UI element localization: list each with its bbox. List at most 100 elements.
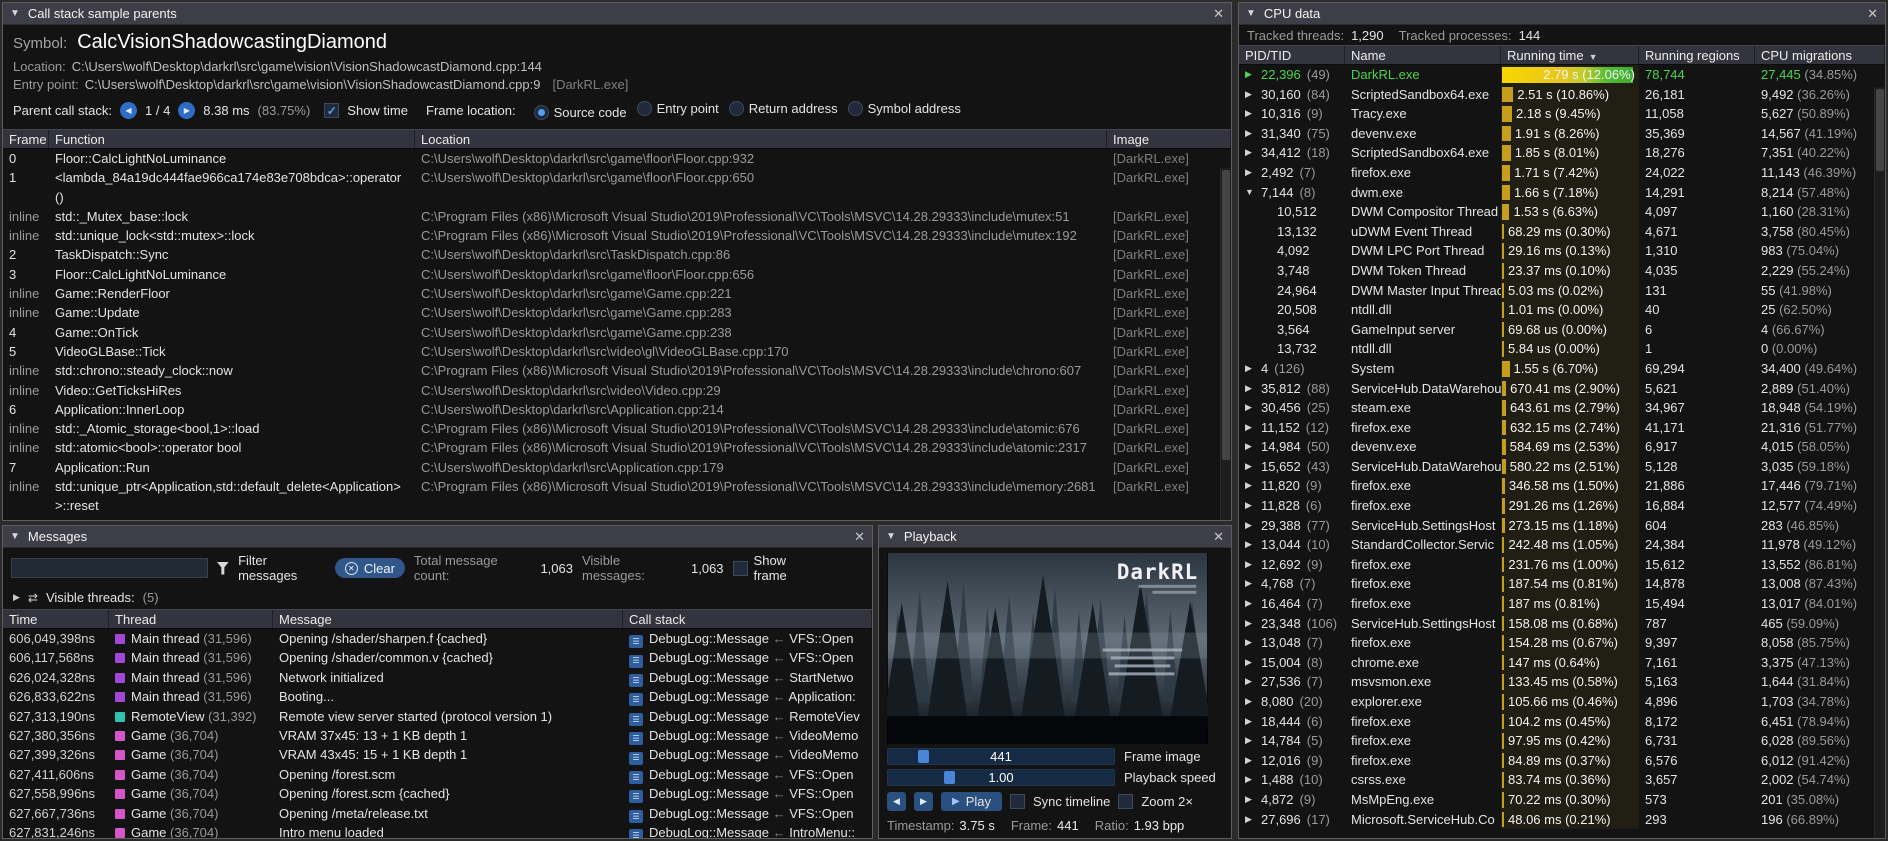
cpu-data-row[interactable]: 4,092DWM LPC Port Thread29.16 ms (0.13%)… [1239, 241, 1885, 261]
visible-threads-row[interactable]: ▶ ⇄ Visible threads: (5) [3, 588, 872, 609]
column-header-function[interactable]: Function [49, 130, 415, 148]
callstack-frame-row[interactable]: 5VideoGLBase::TickC:\Users\wolf\Desktop\… [3, 342, 1231, 361]
column-header-image[interactable]: Image [1107, 130, 1231, 148]
messages-titlebar[interactable]: ▼ Messages ✕ [3, 526, 872, 548]
cpu-data-row[interactable]: ▶30,456(25)steam.exe643.61 ms (2.79%)34,… [1239, 398, 1885, 418]
callstack-icon[interactable]: ☰ [629, 655, 643, 668]
cpu-data-row[interactable]: ▶11,828(6)firefox.exe291.26 ms (1.26%)16… [1239, 496, 1885, 516]
message-row[interactable]: 627,411,606nsGame (36,704)Opening /fores… [3, 765, 872, 784]
callstack-frame-row[interactable]: 6Application::InnerLoopC:\Users\wolf\Des… [3, 400, 1231, 419]
message-callstack[interactable]: ☰DebugLog::Message ← VFS::Open [623, 629, 872, 648]
callstack-frame-row[interactable]: 7Application::RunC:\Users\wolf\Desktop\d… [3, 458, 1231, 477]
expand-icon[interactable]: ▶ [1245, 104, 1257, 124]
cpu-data-row[interactable]: 13,732ntdll.dll5.84 us (0.00%)10 (0.00%) [1239, 339, 1885, 359]
expand-icon[interactable]: ▶ [1245, 437, 1257, 457]
expand-icon[interactable]: ▶ [1245, 770, 1257, 790]
cpu-data-row[interactable]: 24,964DWM Master Input Thread5.03 ms (0.… [1239, 281, 1885, 301]
column-header-call-stack[interactable]: Call stack [623, 610, 872, 628]
cpu-data-row[interactable]: ▶22,396(49)DarkRL.exe2.79 s (12.06%)78,7… [1239, 65, 1885, 85]
play-button[interactable]: ▶ Play [941, 792, 1002, 811]
message-callstack[interactable]: ☰DebugLog::Message ← IntroMenu:: [623, 823, 872, 838]
callstack-titlebar[interactable]: ▼ Call stack sample parents ✕ [3, 3, 1231, 25]
cpu-data-row[interactable]: ▶16,464(7)firefox.exe187 ms (0.81%)15,49… [1239, 594, 1885, 614]
expand-icon[interactable]: ▶ [1245, 672, 1257, 692]
cpu-data-row[interactable]: ▶11,820(9)firefox.exe346.58 ms (1.50%)21… [1239, 476, 1885, 496]
callstack-frame-row[interactable]: inlinestd::unique_ptr<Application,std::d… [3, 477, 1231, 516]
message-row[interactable]: 627,399,326nsGame (36,704)VRAM 43x45: 15… [3, 745, 872, 764]
expand-icon[interactable]: ▶ [1245, 85, 1257, 105]
expand-icon[interactable]: ▶ [1245, 398, 1257, 418]
callstack-frame-row[interactable]: inlinestd::chrono::steady_clock::nowC:\P… [3, 361, 1231, 380]
column-header-name[interactable]: Name [1345, 46, 1501, 64]
cpu-data-row[interactable]: ▶31,340(75)devenv.exe1.91 s (8.26%)35,36… [1239, 124, 1885, 144]
prev-frame-button[interactable]: ◀ [887, 792, 906, 811]
callstack-icon[interactable]: ☰ [629, 790, 643, 803]
close-icon[interactable]: ✕ [854, 529, 865, 545]
cpu-data-row[interactable]: 20,508ntdll.dll1.01 ms (0.00%)4025 (62.5… [1239, 300, 1885, 320]
callstack-frame-row[interactable]: 4Game::OnTickC:\Users\wolf\Desktop\darkr… [3, 323, 1231, 342]
message-callstack[interactable]: ☰DebugLog::Message ← RemoteViev [623, 707, 872, 726]
callstack-frame-row[interactable]: inlinestd::_Mutex_base::lockC:\Program F… [3, 207, 1231, 226]
cpu-scrollbar-thumb[interactable] [1876, 89, 1884, 171]
cpu-data-row[interactable]: ▶18,444(6)firefox.exe104.2 ms (0.45%)8,1… [1239, 712, 1885, 732]
cpu-data-row[interactable]: 10,512DWM Compositor Thread1.53 s (6.63%… [1239, 202, 1885, 222]
callstack-icon[interactable]: ☰ [629, 693, 643, 706]
next-frame-button[interactable]: ▶ [914, 792, 933, 811]
cpu-data-row[interactable]: ▶11,152(12)firefox.exe632.15 ms (2.74%)4… [1239, 418, 1885, 438]
cpu-titlebar[interactable]: ▼ CPU data ✕ [1239, 3, 1885, 25]
message-row[interactable]: 627,313,190nsRemoteView (31,392)Remote v… [3, 707, 872, 726]
expand-icon[interactable]: ▶ [1245, 653, 1257, 673]
cpu-data-row[interactable]: ▶12,692(9)firefox.exe231.76 ms (1.00%)15… [1239, 555, 1885, 575]
callstack-icon[interactable]: ☰ [629, 713, 643, 726]
column-header-running-time[interactable]: Running time▼ [1501, 46, 1639, 64]
expand-icon[interactable]: ▶ [1245, 790, 1257, 810]
callstack-icon[interactable]: ☰ [629, 771, 643, 784]
playback-speed-slider[interactable]: 1.00 [887, 769, 1115, 786]
callstack-frame-row[interactable]: 8mainC:\Users\wolf\Desktop\darkrl\src\En… [3, 516, 1231, 520]
cpu-data-row[interactable]: 3,748DWM Token Thread23.37 ms (0.10%)4,0… [1239, 261, 1885, 281]
cpu-data-row[interactable]: ▶15,652(43)ServiceHub.DataWarehou580.22 … [1239, 457, 1885, 477]
callstack-icon[interactable]: ☰ [629, 732, 643, 745]
message-callstack[interactable]: ☰DebugLog::Message ← VFS::Open [623, 784, 872, 803]
cpu-data-row[interactable]: ▶15,004(8)chrome.exe147 ms (0.64%)7,1613… [1239, 653, 1885, 673]
callstack-icon[interactable]: ☰ [629, 829, 643, 838]
close-icon[interactable]: ✕ [1213, 529, 1224, 545]
cpu-data-row[interactable]: ▶10,316(9)Tracy.exe2.18 s (9.45%)11,0585… [1239, 104, 1885, 124]
message-callstack[interactable]: ☰DebugLog::Message ← VideoMemo [623, 745, 872, 764]
cpu-data-row[interactable]: ▶27,536(7)msvsmon.exe133.45 ms (0.58%)5,… [1239, 672, 1885, 692]
collapse-icon[interactable]: ▼ [1246, 8, 1256, 19]
frame-image-slider[interactable]: 441 [887, 748, 1115, 765]
cpu-data-row[interactable]: ▶13,048(7)firefox.exe154.28 ms (0.67%)9,… [1239, 633, 1885, 653]
expand-icon[interactable]: ▶ [1245, 555, 1257, 575]
callstack-icon[interactable]: ☰ [629, 752, 643, 765]
callstack-scrollbar[interactable] [1220, 168, 1231, 520]
cpu-data-row[interactable]: ▶4,872(9)MsMpEng.exe70.22 ms (0.30%)5732… [1239, 790, 1885, 810]
callstack-icon[interactable]: ☰ [629, 635, 643, 648]
close-icon[interactable]: ✕ [1867, 6, 1878, 22]
collapse-icon[interactable]: ▼ [1245, 183, 1257, 203]
cpu-data-row[interactable]: ▶29,388(77)ServiceHub.SettingsHost273.15… [1239, 516, 1885, 536]
message-callstack[interactable]: ☰DebugLog::Message ← VideoMemo [623, 726, 872, 745]
message-row[interactable]: 627,380,356nsGame (36,704)VRAM 37x45: 13… [3, 726, 872, 745]
cpu-data-row[interactable]: ▶23,348(106)ServiceHub.SettingsHost158.0… [1239, 614, 1885, 634]
cpu-scrollbar[interactable] [1874, 87, 1885, 838]
callstack-frame-row[interactable]: 1<lambda_84a19dc444fae966ca174e83e708bdc… [3, 168, 1231, 207]
clear-filter-button[interactable]: ✕ Clear [335, 558, 405, 578]
expand-icon[interactable]: ▶ [1245, 496, 1257, 516]
expand-icon[interactable]: ▶ [1245, 418, 1257, 438]
cpu-data-row[interactable]: ▶4(126)System1.55 s (6.70%)69,29434,400 … [1239, 359, 1885, 379]
callstack-frame-row[interactable]: 2TaskDispatch::SyncC:\Users\wolf\Desktop… [3, 245, 1231, 264]
show-frame-checkbox[interactable] [733, 561, 748, 576]
expand-icon[interactable]: ▶ [1245, 751, 1257, 771]
frame-location-option[interactable]: Symbol address [848, 101, 961, 116]
cpu-data-row[interactable]: ▶14,784(5)firefox.exe97.95 ms (0.42%)6,7… [1239, 731, 1885, 751]
message-callstack[interactable]: ☰DebugLog::Message ← VFS::Open [623, 765, 872, 784]
cpu-data-row[interactable]: ▶2,492(7)firefox.exe1.71 s (7.42%)24,022… [1239, 163, 1885, 183]
expand-icon[interactable]: ▶ [1245, 594, 1257, 614]
collapse-icon[interactable]: ▼ [10, 8, 20, 19]
radio-source-code[interactable] [534, 105, 549, 120]
cpu-data-row[interactable]: ▶4,768(7)firefox.exe187.54 ms (0.81%)14,… [1239, 574, 1885, 594]
expand-icon[interactable]: ▶ [1245, 692, 1257, 712]
sync-timeline-checkbox[interactable] [1010, 794, 1025, 809]
radio-symbol-address[interactable] [848, 101, 863, 116]
